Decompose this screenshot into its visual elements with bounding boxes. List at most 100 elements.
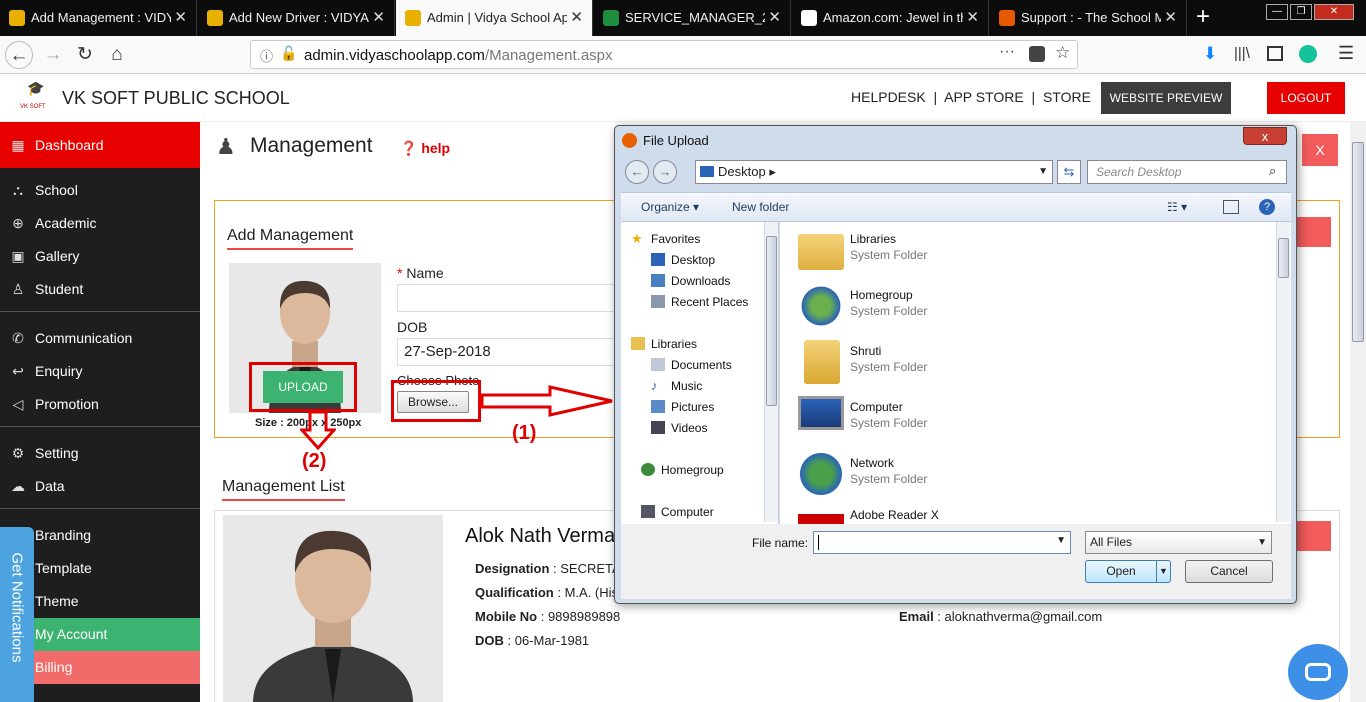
window-close-icon[interactable]: ✕ (1314, 4, 1354, 20)
file-item-homegroup[interactable]: Homegroup System Folder (798, 282, 1098, 332)
home-icon[interactable]: ⌂ (103, 41, 131, 69)
back-icon[interactable]: ← (5, 41, 33, 69)
page-scroll-thumb[interactable] (1352, 142, 1364, 342)
forward-icon[interactable]: → (39, 41, 67, 69)
nav-music[interactable]: ♪ Music (651, 377, 702, 395)
file-type-dropdown-icon[interactable]: ▼ (1257, 532, 1267, 553)
sidebar-item-dashboard[interactable]: ▦ Dashboard (0, 122, 200, 168)
browser-tab[interactable]: Add Management : VIDYA ✕ (0, 0, 197, 36)
menu-icon[interactable]: ☰ (1338, 43, 1354, 64)
new-tab-icon[interactable]: + (1196, 3, 1210, 31)
sidebar-item-promotion[interactable]: ◁ Promotion (0, 388, 200, 421)
desktop-icon (651, 253, 665, 266)
dialog-search-input[interactable]: Search Desktop (1087, 160, 1287, 184)
help-icon[interactable]: ? (1259, 199, 1275, 215)
nav-videos[interactable]: Videos (651, 419, 707, 437)
reset-button[interactable] (1291, 217, 1331, 247)
file-item-network[interactable]: Network System Folder (798, 450, 1098, 500)
reload-icon[interactable]: ↻ (71, 41, 99, 69)
close-tab-icon[interactable]: ✕ (372, 0, 385, 36)
file-item-libraries[interactable]: Libraries System Folder (798, 226, 1098, 276)
sidebar-item-school[interactable]: ⛬ School (0, 174, 200, 207)
sidebar-item-enquiry[interactable]: ↩ Enquiry (0, 355, 200, 388)
close-tab-icon[interactable]: ✕ (570, 0, 583, 36)
get-notifications-tab[interactable]: Get Notifications (0, 527, 34, 702)
sidebar-item-academic[interactable]: ⊕ Academic (0, 207, 200, 240)
file-item-adobe-reader[interactable]: Adobe Reader X (798, 506, 1098, 524)
view-options-icon[interactable]: ☷ ▾ (1167, 200, 1187, 214)
file-type-select[interactable]: All Files ▼ (1085, 531, 1272, 554)
file-item-shruti[interactable]: Shruti System Folder (798, 338, 1098, 388)
organize-button[interactable]: Organize ▾ (641, 200, 699, 214)
browser-tab[interactable]: Amazon.com: Jewel in the ✕ (792, 0, 989, 36)
chat-widget-button[interactable] (1288, 644, 1348, 700)
school-logo[interactable]: 🎓 VK SOFT (18, 80, 50, 116)
address-bar[interactable]: ⓘ 🔓 admin.vidyaschoolapp.com/Management.… (250, 40, 1078, 69)
preview-pane-icon[interactable] (1223, 200, 1239, 214)
restore-icon[interactable]: ❐ (1290, 4, 1312, 20)
close-form-button[interactable]: X (1302, 134, 1338, 166)
browser-tab[interactable]: Add New Driver : VIDYA Sc ✕ (198, 0, 395, 36)
close-tab-icon[interactable]: ✕ (966, 0, 979, 36)
location-bar[interactable]: Desktop ▸ ▼ (695, 160, 1053, 184)
file-name-dropdown-icon[interactable]: ▼ (1056, 535, 1066, 546)
page-actions-icon[interactable]: ··· (999, 43, 1015, 61)
sidebar-item-data[interactable]: ☁ Data (0, 470, 200, 503)
open-dropdown-icon[interactable]: ▼ (1156, 561, 1170, 582)
pocket-icon[interactable] (1029, 46, 1045, 62)
download-icon[interactable]: ⬇ (1203, 44, 1217, 64)
minimize-icon[interactable]: — (1266, 4, 1288, 20)
qualification-value: M.A. (History) (564, 585, 615, 600)
close-tab-icon[interactable]: ✕ (174, 0, 187, 36)
close-tab-icon[interactable]: ✕ (768, 0, 781, 36)
dialog-back-icon[interactable]: ← (625, 160, 649, 184)
dialog-close-button[interactable]: x (1243, 127, 1287, 145)
open-button[interactable]: Open ▼ (1085, 560, 1171, 583)
delete-button[interactable] (1291, 521, 1331, 551)
new-folder-button[interactable]: New folder (732, 200, 789, 214)
nav-homegroup[interactable]: Homegroup (641, 461, 724, 479)
nav-desktop[interactable]: Desktop (651, 251, 715, 269)
location-dropdown-icon[interactable]: ▼ (1038, 161, 1048, 183)
communication-icon: ✆ (12, 330, 24, 346)
file-scroll-thumb[interactable] (1278, 238, 1289, 278)
nav-favorites[interactable]: ★ Favorites (631, 230, 700, 248)
nav-scroll-thumb[interactable] (766, 236, 777, 406)
sidebar-item-student[interactable]: ♙ Student (0, 273, 200, 306)
nav-recent-places[interactable]: Recent Places (651, 293, 748, 311)
help-link[interactable]: ❓ help (400, 140, 450, 157)
nav-downloads[interactable]: Downloads (651, 272, 730, 290)
logout-button[interactable]: LOGOUT (1267, 82, 1345, 114)
nav-pictures[interactable]: Pictures (651, 398, 714, 416)
file-list-scrollbar[interactable] (1276, 222, 1290, 522)
page-scrollbar[interactable] (1350, 122, 1366, 702)
close-tab-icon[interactable]: ✕ (1164, 0, 1177, 36)
dialog-forward-icon[interactable]: → (653, 160, 677, 184)
nav-scrollbar[interactable] (764, 222, 778, 522)
name-input[interactable] (397, 284, 627, 312)
refresh-icon[interactable]: ⇆ (1057, 160, 1081, 184)
sidebar-item-setting[interactable]: ⚙ Setting (0, 437, 200, 470)
cancel-button[interactable]: Cancel (1185, 560, 1273, 583)
sidebar-toggle-icon[interactable] (1267, 46, 1283, 61)
browser-tab-active[interactable]: Admin | Vidya School App ✕ (396, 0, 593, 37)
nav-computer[interactable]: Computer (641, 503, 714, 521)
url-host: admin.vidyaschoolapp.com (304, 47, 485, 64)
amazon-favicon-icon (801, 10, 817, 26)
info-icon[interactable]: ⓘ (260, 46, 273, 65)
bookmark-star-icon[interactable]: ☆ (1055, 43, 1070, 63)
nav-libraries[interactable]: Libraries (631, 335, 697, 353)
browser-tab[interactable]: Support : - The School Ma ✕ (990, 0, 1187, 36)
dob-input[interactable]: 27-Sep-2018 (397, 338, 627, 366)
website-preview-button[interactable]: WEBSITE PREVIEW (1101, 82, 1231, 114)
nav-documents[interactable]: Documents (651, 356, 732, 374)
grammarly-icon[interactable] (1299, 45, 1317, 63)
file-item-computer[interactable]: Computer System Folder (798, 394, 1098, 444)
sidebar-item-gallery[interactable]: ▣ Gallery (0, 240, 200, 273)
sidebar-item-communication[interactable]: ✆ Communication (0, 322, 200, 355)
header-links[interactable]: HELPDESK | APP STORE | STORE (851, 89, 1091, 105)
library-icon[interactable]: |||\ (1234, 45, 1250, 62)
computer-icon (798, 396, 844, 430)
browser-tab[interactable]: SERVICE_MANAGER_2018 ✕ (594, 0, 791, 36)
file-name-input[interactable]: ▼ (813, 531, 1071, 554)
